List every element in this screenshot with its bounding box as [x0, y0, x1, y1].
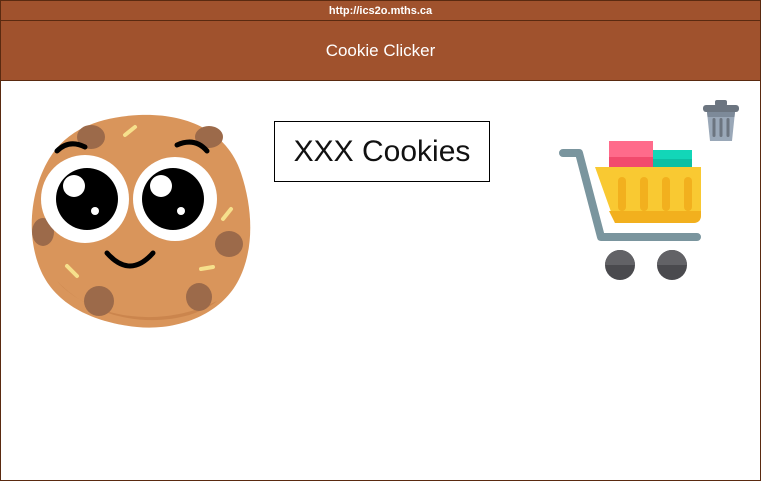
cookie-counter: XXX Cookies	[274, 121, 490, 182]
shopping-cart-icon[interactable]	[557, 137, 707, 283]
app-header: Cookie Clicker	[1, 21, 760, 81]
url-text: http://ics2o.mths.ca	[328, 4, 433, 17]
chip	[215, 231, 243, 257]
chip	[186, 283, 212, 311]
app-title: Cookie Clicker	[325, 40, 436, 60]
url-bar: http://ics2o.mths.ca	[1, 1, 760, 21]
app-window: http://ics2o.mths.ca Cookie Clicker XXX …	[0, 0, 761, 481]
trash-icon[interactable]	[701, 99, 741, 143]
cookie-count-label: XXX Cookies	[293, 134, 471, 168]
cookie-icon[interactable]	[27, 111, 253, 333]
chip	[84, 286, 114, 316]
